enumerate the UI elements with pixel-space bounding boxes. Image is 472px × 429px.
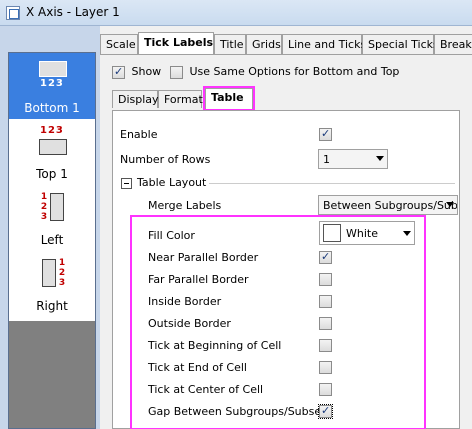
axis-item-label: Right	[36, 299, 68, 313]
tab-scale[interactable]: Scale	[100, 34, 138, 54]
right-axis-icon: 1 2 3	[37, 257, 71, 293]
border-option-label: Tick at End of Cell	[148, 361, 247, 374]
window-title: X Axis - Layer 1	[26, 5, 120, 19]
chevron-down-icon	[403, 231, 411, 236]
axis-item-label: Left	[40, 233, 64, 247]
tab-breaks[interactable]: Breaks	[434, 34, 472, 54]
border-option-checkbox[interactable]	[319, 383, 332, 396]
border-option-label: Far Parallel Border	[148, 273, 249, 286]
tab-divider	[100, 54, 472, 55]
fill-color-dropdown[interactable]: White	[319, 221, 415, 245]
enable-checkbox[interactable]	[319, 127, 332, 141]
tab-line-and-ticks[interactable]: Line and Ticks	[282, 34, 366, 54]
subtab-display[interactable]: Display	[112, 90, 159, 108]
axis-item-left[interactable]: 1 2 3 Left	[9, 185, 95, 251]
show-label: Show	[131, 65, 162, 78]
chevron-down-icon	[376, 156, 384, 161]
axis-item-label: Bottom 1	[24, 101, 80, 115]
merge-labels-label: Merge Labels	[148, 199, 222, 212]
bottom-axis-icon: 123	[37, 59, 71, 95]
top-axis-icon: 123	[37, 125, 71, 161]
same-options-option[interactable]: Use Same Options for Bottom and Top	[170, 65, 399, 79]
window-icon	[6, 6, 20, 20]
axis-list: 123 Bottom 1 123 Top 1 1 2 3 Left 1 2 3 …	[8, 52, 96, 429]
merge-labels-dropdown[interactable]: Between Subgroups/Sub	[318, 195, 458, 215]
axis-item-bottom-1[interactable]: 123 Bottom 1	[9, 53, 95, 119]
border-option-checkbox[interactable]	[319, 361, 332, 374]
title-bar: X Axis - Layer 1	[0, 0, 472, 26]
border-option-checkbox[interactable]	[319, 295, 332, 308]
axis-list-area: 123 Bottom 1 123 Top 1 1 2 3 Left 1 2 3 …	[9, 53, 95, 321]
axis-item-label: Top 1	[36, 167, 68, 181]
rows-value: 1	[323, 153, 330, 166]
border-option-checkbox[interactable]	[319, 250, 332, 264]
same-options-checkbox[interactable]	[170, 65, 183, 79]
merge-labels-value: Between Subgroups/Sub	[323, 199, 458, 212]
tab-tick-labels[interactable]: Tick Labels	[138, 32, 214, 55]
subtab-format[interactable]: Format	[158, 90, 203, 108]
main-panel: Scale Tick Labels Title Grids Line and T…	[100, 26, 472, 429]
subtab-table[interactable]: Table	[203, 86, 255, 111]
same-options-label: Use Same Options for Bottom and Top	[189, 65, 400, 78]
axis-item-right[interactable]: 1 2 3 Right	[9, 251, 95, 317]
border-option-label: Tick at Beginning of Cell	[148, 339, 282, 352]
rows-dropdown[interactable]: 1	[318, 149, 388, 169]
enable-label: Enable	[120, 128, 158, 141]
border-option-label: Gap Between Subgroups/Subsets	[148, 405, 332, 418]
border-option-label: Outside Border	[148, 317, 231, 330]
table-settings-panel: Enable Number of Rows 1 Table Layout Mer…	[112, 110, 460, 429]
color-swatch	[323, 224, 341, 242]
border-option-checkbox[interactable]	[319, 317, 332, 330]
border-option-label: Tick at Center of Cell	[148, 383, 264, 396]
tab-special-ticks[interactable]: Special Ticks	[362, 34, 439, 54]
axis-item-top-1[interactable]: 123 Top 1	[9, 119, 95, 185]
border-option-checkbox[interactable]	[318, 404, 333, 419]
left-axis-icon: 1 2 3	[37, 191, 71, 227]
rows-label: Number of Rows	[120, 153, 211, 166]
show-checkbox[interactable]	[112, 65, 125, 79]
border-option-checkbox[interactable]	[319, 273, 332, 286]
table-layout-label: Table Layout	[137, 176, 207, 189]
sub-tabs: Display Format Table	[112, 86, 472, 111]
collapse-icon[interactable]	[121, 178, 132, 189]
main-tabs: Scale Tick Labels Title Grids Line and T…	[100, 32, 472, 55]
border-option-checkbox[interactable]	[319, 339, 332, 352]
fill-color-label: Fill Color	[148, 229, 195, 242]
tab-title[interactable]: Title	[214, 34, 246, 54]
chevron-down-icon	[446, 202, 454, 207]
border-option-label: Inside Border	[148, 295, 222, 308]
show-option[interactable]: Show	[112, 65, 161, 79]
fill-color-value: White	[346, 227, 378, 240]
tab-grids[interactable]: Grids	[246, 34, 282, 54]
section-divider	[209, 183, 455, 184]
border-option-label: Near Parallel Border	[148, 251, 259, 264]
